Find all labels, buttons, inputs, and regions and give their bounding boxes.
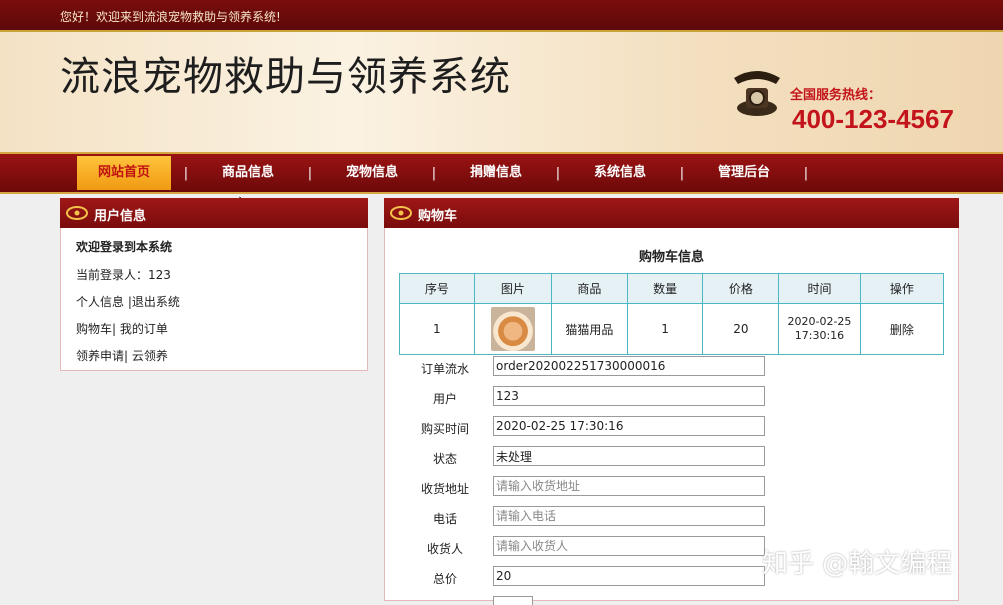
nav-separator: | <box>803 165 809 181</box>
row-quantity: 1 <box>626 303 704 355</box>
nav-separator: | <box>307 165 313 181</box>
order-no-label: 订单流水 <box>420 362 469 376</box>
status-label: 状态 <box>432 452 457 466</box>
hotline-label: 全国服务热线： <box>790 88 882 103</box>
profile-links: 个人信息 |退出系统 <box>76 293 180 310</box>
nav-pets[interactable]: 宠物信息 <box>325 156 419 190</box>
phone-label: 电话 <box>432 512 457 526</box>
cart-table-header: 序号 图片 商品 数量 价格 时间 操作 <box>399 273 945 304</box>
top-bar: 您好！欢迎来到流浪宠物救助与领养系统! <box>0 0 1003 32</box>
user-input[interactable] <box>493 386 765 406</box>
profile-link[interactable]: 个人信息 <box>76 295 124 309</box>
user-panel-title: 用户信息 <box>94 209 147 224</box>
status-row: 状态 <box>399 446 944 470</box>
watermark-text: 知乎 @翰文编程 <box>762 549 953 579</box>
cart-link[interactable]: 购物车| <box>76 322 116 336</box>
adopt-apply-link[interactable]: 领养申请| <box>76 349 128 363</box>
user-label: 用户 <box>432 392 457 406</box>
receiver-label: 收货人 <box>426 542 463 556</box>
buy-time-row: 购买时间 <box>399 416 944 440</box>
order-no-input[interactable] <box>493 356 765 376</box>
cart-table: 序号 图片 商品 数量 价格 时间 操作 1 猫猫用品 1 20 2020-02… <box>399 273 945 355</box>
my-orders-link[interactable]: 我的订单 <box>120 322 168 336</box>
row-image-cell <box>473 303 553 355</box>
product-thumbnail[interactable] <box>490 307 535 351</box>
row-time: 2020-02-25 17:30:16 <box>778 303 861 355</box>
telephone-icon <box>734 71 780 116</box>
row-time-clock: 17:30:16 <box>794 329 845 342</box>
col-product: 商品 <box>551 273 628 304</box>
welcome-text: 您好！欢迎来到流浪宠物救助与领养系统! <box>60 10 281 24</box>
cloud-adopt-link[interactable]: 云领养 <box>132 349 168 363</box>
status-input[interactable] <box>493 446 765 466</box>
site-banner: 流浪宠物救助与领养系统 全国服务热线： 400-123-4567 <box>0 32 1003 152</box>
row-price: 20 <box>702 303 780 355</box>
table-row: 1 猫猫用品 1 20 2020-02-25 17:30:16 删除 <box>399 303 945 355</box>
cart-panel-header: 购物车 <box>384 198 959 228</box>
nav-separator: | <box>555 165 561 181</box>
address-label: 收货地址 <box>420 482 469 496</box>
nav-system-info[interactable]: 系统信息 <box>573 156 667 190</box>
nav-separator: | <box>183 165 189 181</box>
current-user-line: 当前登录人：123 <box>76 266 171 283</box>
nav-home[interactable]: 网站首页 <box>77 156 171 190</box>
address-input[interactable] <box>493 476 765 496</box>
cart-section-title: 购物车信息 <box>638 250 704 265</box>
col-price: 价格 <box>702 273 780 304</box>
nav-products[interactable]: 商品信息 <box>201 156 295 190</box>
row-time-date: 2020-02-25 <box>787 315 852 328</box>
site-title: 流浪宠物救助与领养系统 <box>60 54 511 100</box>
login-welcome: 欢迎登录到本系统 <box>76 240 173 254</box>
ornament-icon <box>390 206 412 220</box>
delete-button[interactable]: 删除 <box>859 303 945 355</box>
nav-separator: | <box>431 165 437 181</box>
total-input[interactable] <box>493 566 765 586</box>
buy-time-input[interactable] <box>493 416 765 436</box>
col-index: 序号 <box>399 273 475 304</box>
cart-panel-title: 购物车 <box>418 209 458 224</box>
col-time: 时间 <box>778 273 861 304</box>
col-action: 操作 <box>859 273 945 304</box>
ornament-icon <box>66 206 88 220</box>
logout-link[interactable]: |退出系统 <box>128 295 180 309</box>
current-user-label: 当前登录人： <box>76 268 149 282</box>
adopt-links: 领养申请| 云领养 <box>76 347 168 364</box>
phone-row: 电话 <box>399 506 944 530</box>
row-product: 猫猫用品 <box>551 303 628 355</box>
row-index: 1 <box>399 303 475 355</box>
order-links: 购物车| 我的订单 <box>76 320 168 337</box>
phone-input[interactable] <box>493 506 765 526</box>
main-nav: 网站首页 | 商品信息 | 宠物信息 | 捐赠信息 | 系统信息 | 管理后台 … <box>0 152 1003 194</box>
buy-time-label: 购买时间 <box>420 422 469 436</box>
user-row: 用户 <box>399 386 944 410</box>
address-row: 收货地址 <box>399 476 944 500</box>
col-quantity: 数量 <box>626 273 704 304</box>
receiver-input[interactable] <box>493 536 765 556</box>
nav-admin[interactable]: 管理后台 <box>697 156 791 190</box>
user-panel-header: 用户信息 <box>60 198 368 228</box>
order-no-row: 订单流水 <box>399 356 944 380</box>
hotline-number: 400-123-4567 <box>792 104 954 134</box>
total-label: 总价 <box>432 572 457 586</box>
nav-donations[interactable]: 捐赠信息 <box>449 156 543 190</box>
col-image: 图片 <box>473 273 553 304</box>
nav-separator: | <box>679 165 685 181</box>
user-panel: 欢迎登录到本系统 当前登录人：123 个人信息 |退出系统 购物车| 我的订单 … <box>60 228 368 371</box>
current-user-value: 123 <box>148 268 171 282</box>
partial-input[interactable] <box>493 596 533 605</box>
